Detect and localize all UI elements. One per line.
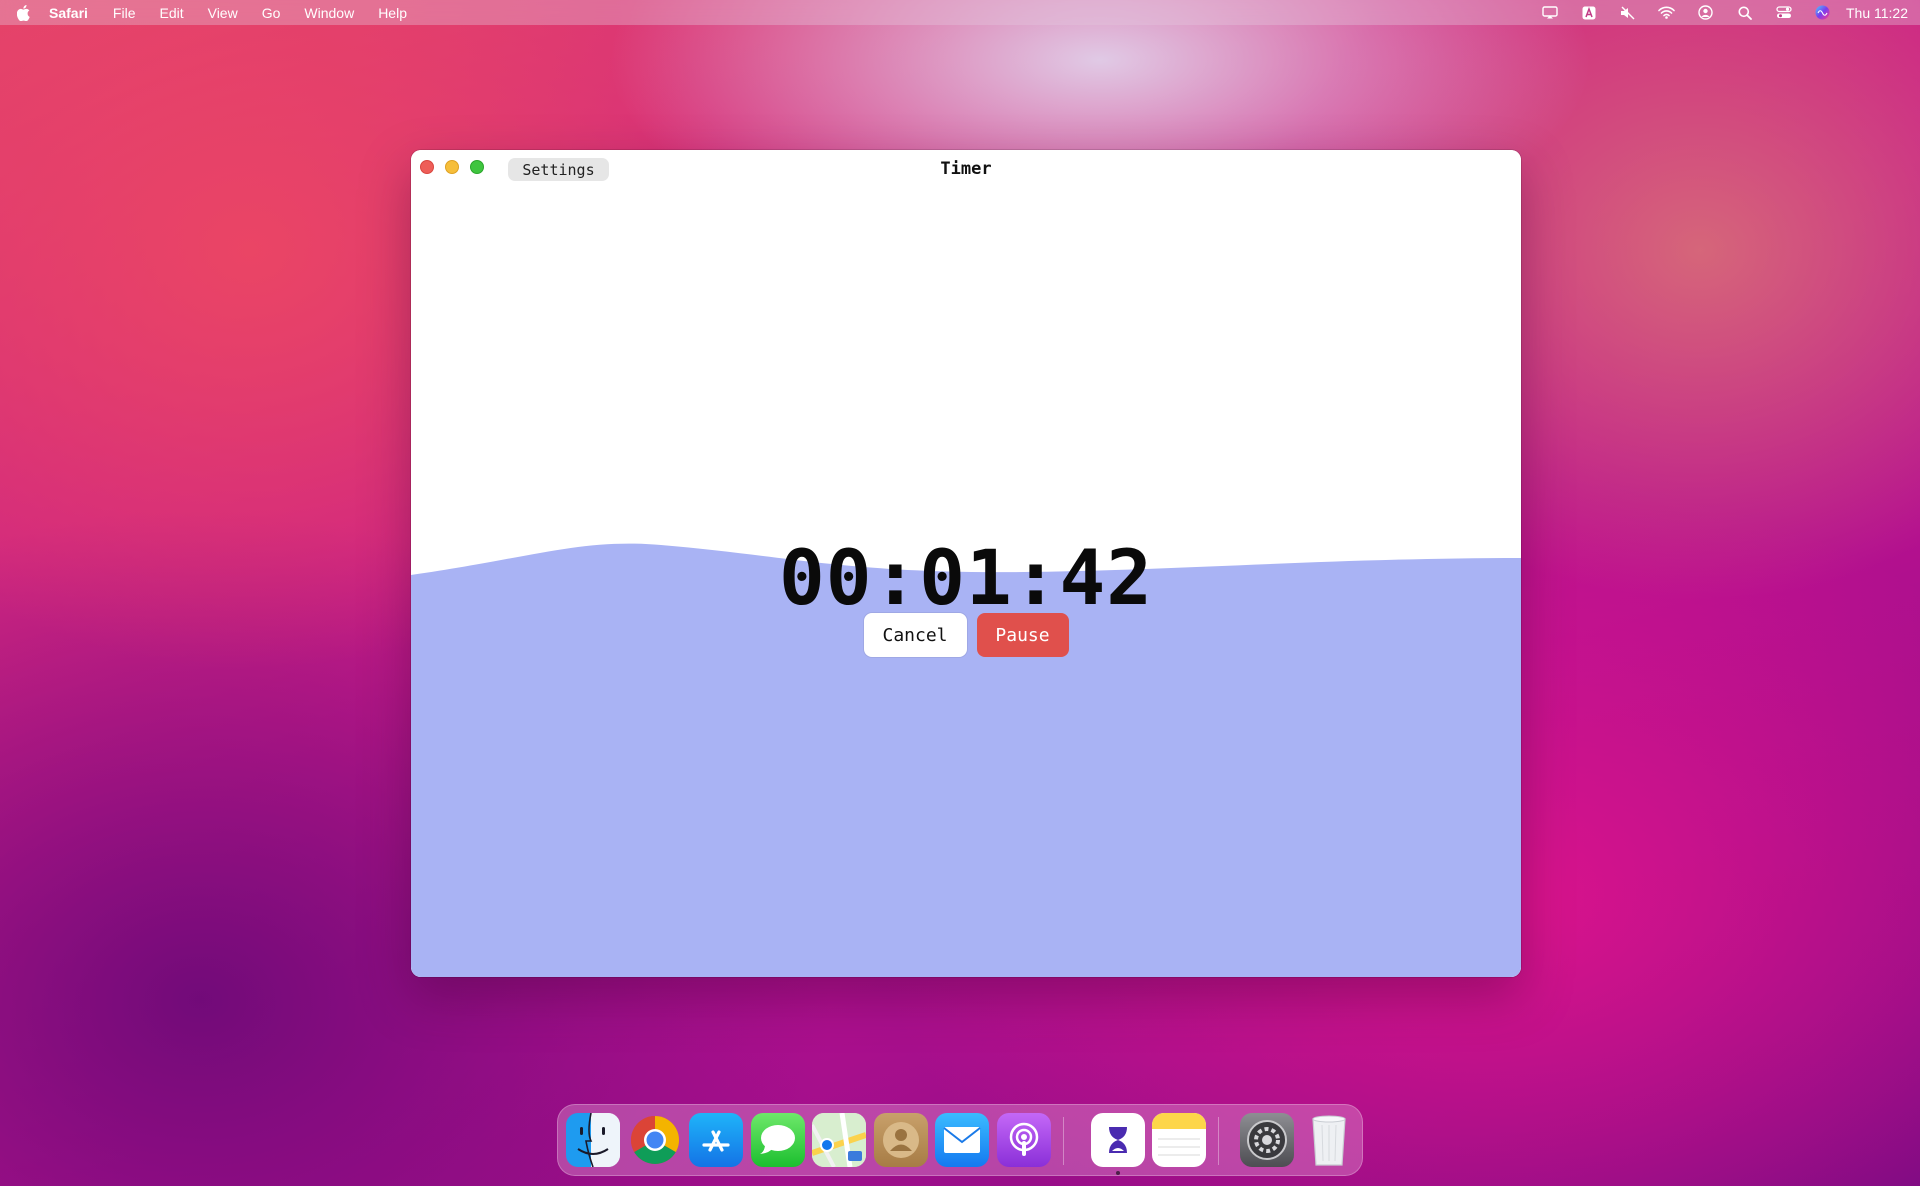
system-preferences-icon[interactable] — [1240, 1113, 1294, 1167]
user-icon[interactable] — [1697, 5, 1715, 20]
window-minimize-button[interactable] — [445, 160, 459, 174]
podcasts-icon[interactable] — [997, 1113, 1051, 1167]
app-store-icon[interactable] — [689, 1113, 743, 1167]
cancel-button[interactable]: Cancel — [863, 613, 967, 657]
contacts-icon[interactable] — [874, 1113, 928, 1167]
menu-file[interactable]: File — [113, 5, 136, 21]
menu-window[interactable]: Window — [304, 5, 354, 21]
window-close-button[interactable] — [420, 160, 434, 174]
menu-go[interactable]: Go — [262, 5, 281, 21]
finder-icon[interactable] — [566, 1113, 620, 1167]
dock-separator — [1218, 1117, 1219, 1165]
notes-icon[interactable] — [1152, 1113, 1206, 1167]
window-zoom-button[interactable] — [470, 160, 484, 174]
menu-help[interactable]: Help — [378, 5, 407, 21]
airplay-icon[interactable] — [1541, 6, 1559, 20]
control-center-icon[interactable] — [1775, 6, 1793, 20]
time-remaining: 00:01:42 — [778, 533, 1154, 622]
wifi-icon[interactable] — [1658, 6, 1676, 20]
menu-edit[interactable]: Edit — [159, 5, 183, 21]
pause-button[interactable]: Pause — [976, 613, 1069, 657]
menu-clock[interactable]: Thu 11:22 — [1846, 5, 1908, 21]
dock — [557, 1104, 1363, 1176]
timer-content: 00:01:42 Cancel Pause — [411, 188, 1521, 977]
siri-icon[interactable] — [1814, 5, 1832, 20]
trash-icon[interactable] — [1302, 1113, 1356, 1167]
menu-app-name[interactable]: Safari — [49, 5, 88, 21]
messages-icon[interactable] — [751, 1113, 805, 1167]
search-icon[interactable] — [1736, 6, 1754, 20]
settings-button[interactable]: Settings — [508, 158, 609, 181]
chrome-icon[interactable] — [628, 1113, 682, 1167]
timer-controls: Cancel Pause — [411, 613, 1521, 657]
mute-icon[interactable] — [1619, 6, 1637, 20]
maps-icon[interactable] — [812, 1113, 866, 1167]
dock-separator — [1063, 1117, 1064, 1165]
mail-icon[interactable] — [935, 1113, 989, 1167]
apple-menu-icon[interactable] — [16, 4, 30, 21]
window-titlebar[interactable]: Settings Timer — [411, 150, 1521, 189]
menu-bar: Safari File Edit View Go Window Help Thu… — [0, 0, 1920, 25]
running-indicator — [1116, 1171, 1120, 1175]
menu-view[interactable]: View — [208, 5, 238, 21]
timer-window: Settings Timer 00:01:42 Cancel Pause — [411, 150, 1521, 977]
input-source-icon[interactable] — [1580, 6, 1598, 20]
timer-app-icon[interactable] — [1091, 1113, 1145, 1167]
